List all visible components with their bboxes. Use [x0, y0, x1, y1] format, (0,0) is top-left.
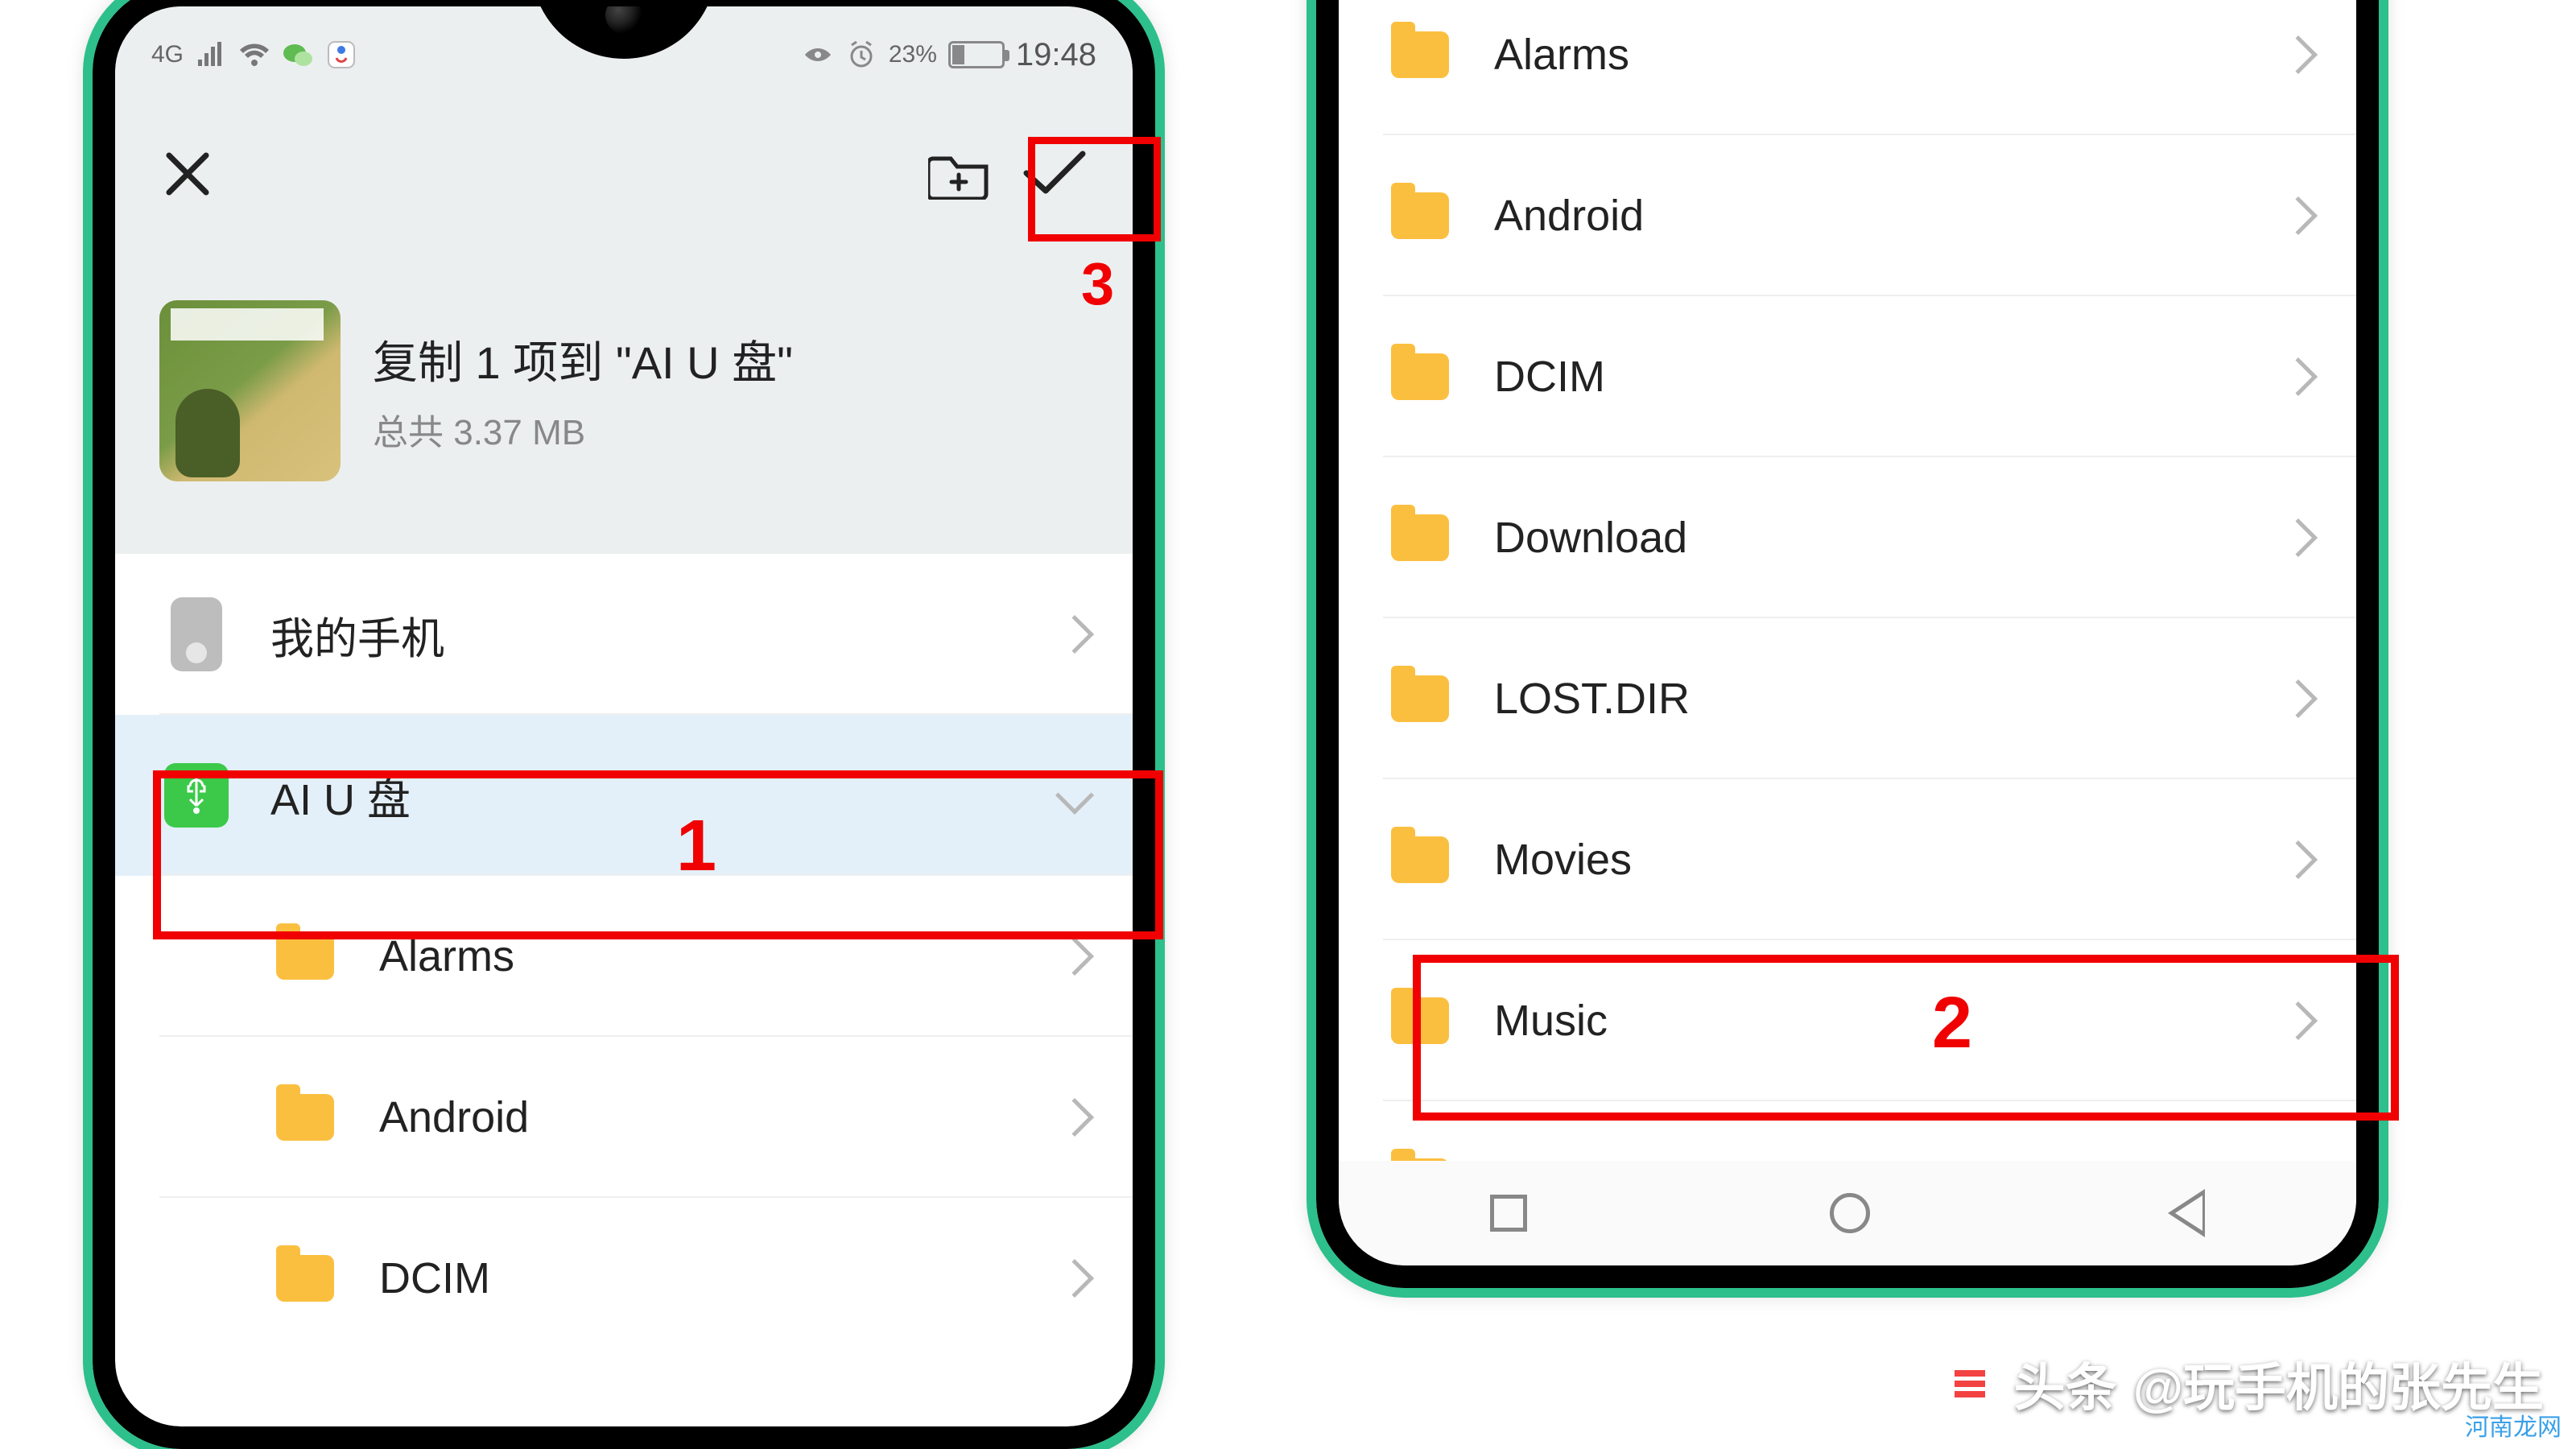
folder-icon [1391, 353, 1449, 400]
phone-icon [171, 597, 222, 671]
folder-icon [1391, 675, 1449, 722]
folder-icon [1391, 514, 1449, 561]
chevron-right-icon [2279, 357, 2318, 396]
annotation-label-3: 3 [1081, 250, 1114, 318]
front-camera [605, 0, 642, 34]
battery-percent-label: 23% [889, 41, 937, 68]
folder-row[interactable]: Alarms [1339, 0, 2356, 135]
close-button[interactable] [159, 146, 216, 202]
screen-left: 4G 2 [115, 6, 1133, 1426]
folder-icon [1391, 192, 1449, 239]
copy-title: 复制 1 项到 "AI U 盘" [373, 327, 793, 392]
nav-back-button[interactable] [2173, 1192, 2205, 1234]
toutiao-credit: 头条 @玩手机的张先生 [1942, 1347, 2544, 1421]
clock-label: 19:48 [1016, 37, 1096, 73]
folder-row[interactable]: Android [1339, 135, 2356, 296]
wifi-icon [238, 39, 270, 71]
folder-row[interactable]: DCIM [115, 1198, 1133, 1359]
copy-summary: 复制 1 项到 "AI U 盘" 总共 3.37 MB [115, 244, 1133, 554]
chevron-right-icon [1055, 937, 1094, 976]
phone-frame-left: 4G 2 [93, 0, 1155, 1449]
chevron-right-icon [1055, 615, 1094, 654]
folder-icon [276, 1255, 334, 1302]
folder-label: Android [1494, 191, 2285, 241]
battery-icon [948, 41, 1005, 68]
network-type-label: 4G [151, 41, 184, 68]
folder-label: DCIM [1494, 352, 2285, 402]
annotation-label-2: 2 [1932, 982, 1972, 1065]
action-bar [115, 103, 1133, 244]
folder-icon [1391, 836, 1449, 883]
folder-label: Android [379, 1092, 1061, 1142]
chevron-right-icon [1055, 1098, 1094, 1137]
item-thumbnail [159, 300, 341, 481]
folder-label: Movies [1494, 835, 2285, 885]
chevron-right-icon [2279, 679, 2318, 718]
folder-row[interactable]: Movies [1339, 779, 2356, 940]
credit-prefix: 头条 [2014, 1347, 2117, 1421]
alarm-icon [845, 39, 877, 71]
chevron-right-icon [1055, 1259, 1094, 1298]
eye-icon [802, 39, 834, 71]
folder-label: LOST.DIR [1494, 674, 2285, 724]
wechat-icon [282, 39, 314, 71]
chevron-right-icon [2279, 518, 2318, 557]
chevron-right-icon [2279, 196, 2318, 235]
folder-row[interactable]: DCIM [1339, 296, 2356, 457]
storage-row-my-phone[interactable]: 我的手机 [115, 554, 1133, 715]
nav-home-button[interactable] [1830, 1193, 1870, 1233]
site-watermark: 河南龙网 [2460, 1406, 2566, 1444]
new-folder-button[interactable] [928, 147, 991, 200]
folder-row[interactable]: LOST.DIR [1339, 618, 2356, 779]
folder-icon [276, 933, 334, 980]
signal-icon [195, 39, 227, 71]
folder-row[interactable]: Download [1339, 457, 2356, 618]
copy-subtitle: 总共 3.37 MB [373, 403, 793, 455]
folder-row[interactable]: Android [115, 1037, 1133, 1198]
annotation-box-3 [1028, 137, 1161, 242]
chevron-right-icon [2279, 35, 2318, 74]
folder-label: Alarms [1494, 30, 2285, 80]
folder-icon [1391, 31, 1449, 78]
app-badge-icon [325, 39, 357, 71]
toutiao-logo-icon [1942, 1356, 1998, 1412]
storage-label: 我的手机 [270, 603, 1061, 667]
nav-recent-button[interactable] [1490, 1195, 1527, 1232]
annotation-box-1 [153, 770, 1163, 939]
annotation-box-2 [1413, 955, 2399, 1121]
chevron-right-icon [2279, 840, 2318, 879]
android-nav-bar [1339, 1161, 2356, 1265]
folder-label: DCIM [379, 1253, 1061, 1303]
annotation-label-1: 1 [676, 805, 716, 888]
folder-icon [276, 1094, 334, 1141]
folder-label: Download [1494, 513, 2285, 563]
